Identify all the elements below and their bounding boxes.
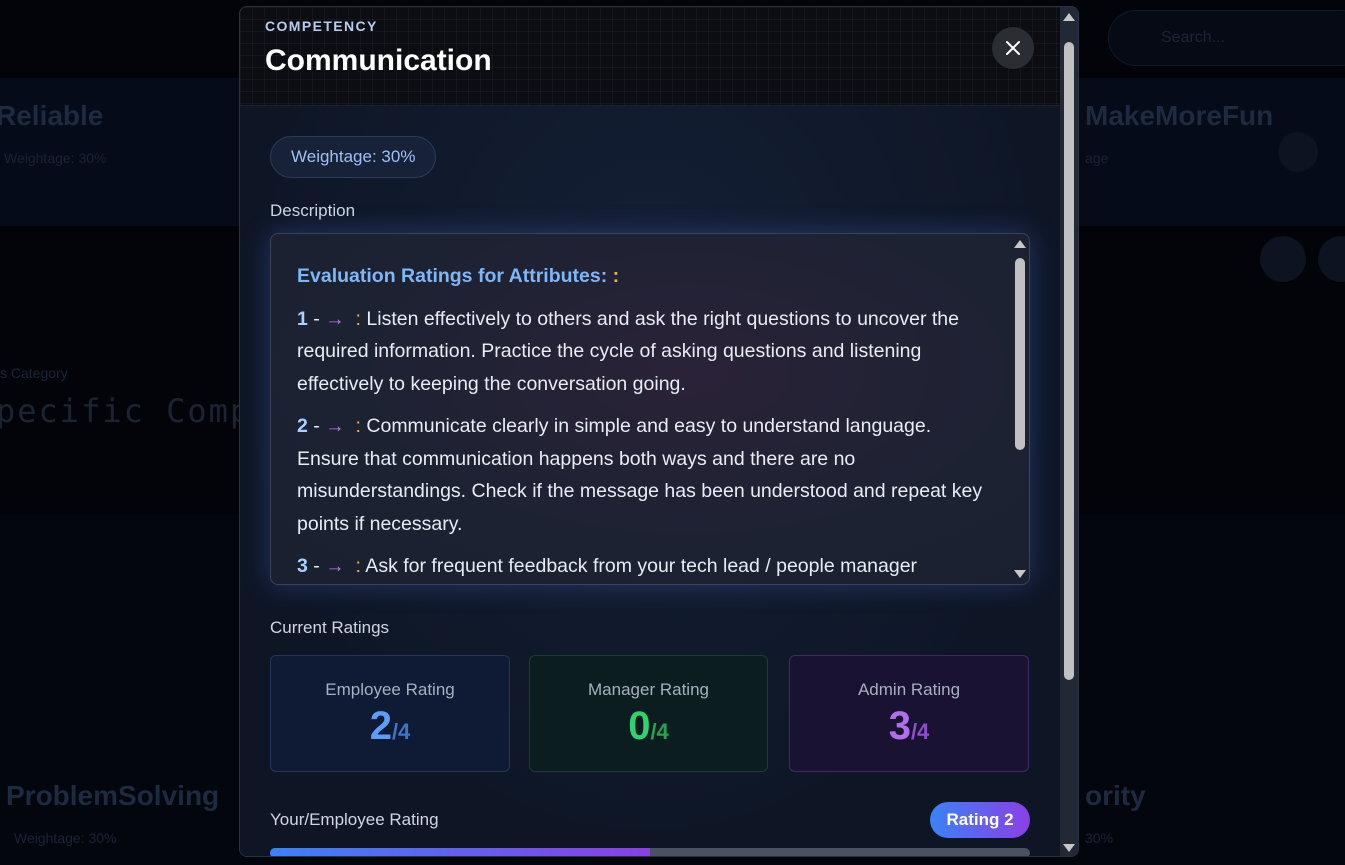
rating-value: 2: [369, 704, 392, 748]
employee-rating-card: Employee Rating 2/4: [270, 655, 510, 772]
rating-value: 3: [888, 704, 911, 748]
bg-card-sub: Weightage: 30%: [4, 150, 107, 166]
arrow-icon: →: [325, 555, 345, 577]
rating-value: 0: [628, 704, 651, 748]
current-ratings-label: Current Ratings: [270, 618, 390, 637]
rating-level-item: 1 - → : Listen effectively to others and…: [297, 303, 997, 401]
description-content: Evaluation Ratings for Attributes: : 1 -…: [297, 260, 997, 584]
level-dash: -: [307, 307, 326, 330]
level-text: Ask for frequent feedback from your tech…: [360, 555, 918, 577]
level-number: 1: [297, 307, 308, 330]
bg-icon-button: [1278, 132, 1318, 172]
scroll-up-icon[interactable]: [1063, 13, 1075, 21]
level-text: Communicate clearly in simple and easy t…: [297, 415, 983, 535]
bg-section-label: s Category: [0, 365, 68, 381]
competency-modal: COMPETENCY Communication Weightage: 30% …: [239, 6, 1079, 857]
bg-card-title: MakeMoreFun: [1085, 100, 1274, 131]
level-dash: -: [307, 555, 326, 577]
description-heading-text: Evaluation Ratings for Attributes:: [297, 265, 608, 287]
rating-card-label: Employee Rating: [325, 680, 455, 699]
bg-card-title: ority: [1085, 780, 1146, 811]
bg-card-sub: Weightage: 30%: [14, 830, 117, 846]
bg-icon-button: [1260, 236, 1306, 282]
modal-eyebrow: COMPETENCY: [265, 18, 378, 34]
scroll-thumb[interactable]: [1015, 258, 1025, 450]
level-text: Listen effectively to others and ask the…: [297, 307, 959, 395]
rating-denominator: /4: [910, 719, 930, 744]
rating-slider[interactable]: [270, 848, 1030, 856]
heading-colon: :: [612, 265, 620, 287]
bg-card-title: ProblemSolving: [6, 780, 220, 811]
scroll-up-icon[interactable]: [1014, 240, 1026, 248]
rating-denominator: /4: [391, 719, 411, 744]
level-number: 3: [297, 555, 308, 577]
rating-slider-fill: [270, 848, 650, 856]
rating-level-item: 3 - → : Ask for frequent feedback from y…: [297, 550, 997, 583]
admin-rating-card: Admin Rating 3/4: [789, 655, 1029, 772]
arrow-icon: →: [325, 415, 345, 437]
description-scrollbar[interactable]: [1011, 234, 1029, 584]
description-box[interactable]: Evaluation Ratings for Attributes: : 1 -…: [270, 233, 1030, 585]
rating-level-item: 2 - → : Communicate clearly in simple an…: [297, 410, 997, 540]
scroll-down-icon[interactable]: [1063, 844, 1075, 852]
bg-card-sub: 30%: [1085, 830, 1114, 846]
description-heading: Evaluation Ratings for Attributes: :: [297, 260, 997, 293]
arrow-icon: →: [325, 307, 345, 330]
description-label: Description: [270, 201, 356, 220]
your-rating-label: Your/Employee Rating: [270, 810, 439, 829]
modal-header: COMPETENCY Communication: [240, 7, 1060, 106]
rating-card-label: Manager Rating: [588, 680, 709, 699]
scroll-thumb[interactable]: [1064, 42, 1074, 680]
rating-card-value: 2/4: [271, 704, 509, 749]
bg-card-sub: age: [1085, 150, 1109, 166]
scroll-down-icon[interactable]: [1014, 570, 1026, 578]
rating-denominator: /4: [650, 719, 669, 744]
bg-search-placeholder: Search...: [1161, 29, 1226, 46]
modal-scrollbar[interactable]: [1060, 7, 1078, 856]
close-button[interactable]: [992, 27, 1034, 69]
rating-card-value: 3/4: [790, 704, 1028, 749]
bg-icon-button: [1318, 236, 1345, 282]
bg-heading: pecific Comp: [0, 392, 252, 430]
level-dash: -: [307, 415, 326, 437]
level-number: 2: [297, 415, 308, 437]
weightage-badge: Weightage: 30%: [270, 136, 437, 178]
manager-rating-card: Manager Rating 0/4: [529, 655, 768, 772]
modal-body: Weightage: 30% Description Evaluation Ra…: [240, 106, 1060, 856]
modal-title: Communication: [265, 44, 492, 77]
rating-card-label: Admin Rating: [857, 680, 961, 699]
close-icon: [1006, 41, 1020, 55]
rating-card-value: 0/4: [530, 704, 767, 749]
bg-card-title: Reliable: [0, 100, 104, 131]
rating-badge: Rating 2: [930, 802, 1030, 838]
bg-search-input: Search...: [1108, 10, 1345, 66]
